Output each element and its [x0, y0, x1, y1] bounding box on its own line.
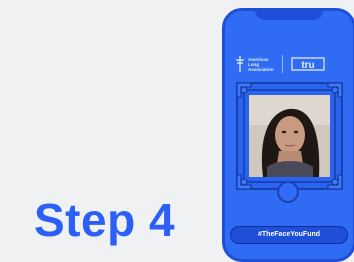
- portrait-image: [249, 95, 330, 177]
- hashtag-button[interactable]: #TheFaceYouFund: [230, 226, 348, 244]
- camera-shutter-button[interactable]: [277, 181, 299, 203]
- step-title: Step 4: [34, 194, 176, 246]
- user-photo: [249, 95, 330, 177]
- phone-mockup: American Lung Association tru #TheFaceYo…: [222, 8, 354, 262]
